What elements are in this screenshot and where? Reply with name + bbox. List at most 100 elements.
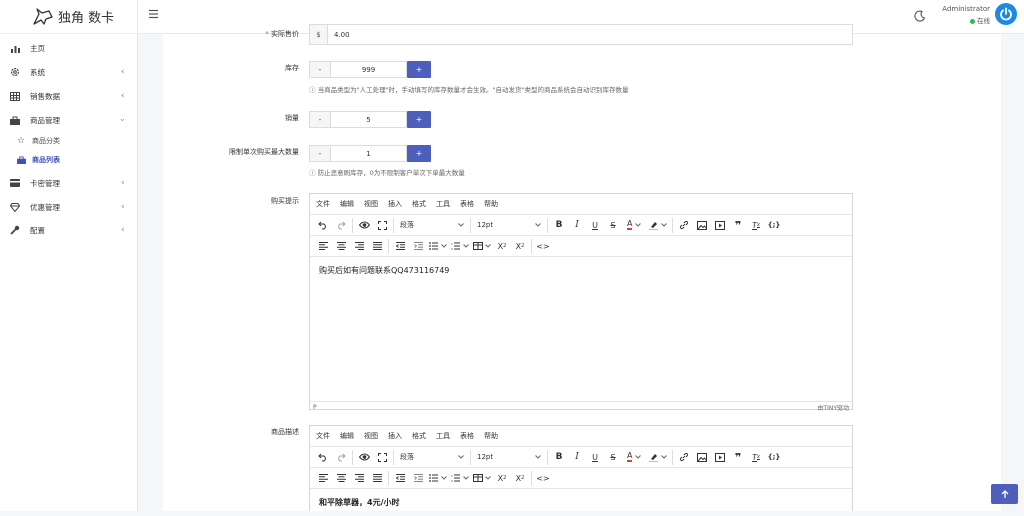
link-icon[interactable] bbox=[675, 217, 693, 234]
editor-menu-item[interactable]: 文件 bbox=[316, 199, 330, 209]
editor-menu-item[interactable]: 文件 bbox=[316, 431, 330, 441]
align-justify-icon[interactable] bbox=[368, 470, 386, 487]
sidebar-item-config[interactable]: 配置 ‹ bbox=[0, 220, 138, 240]
limit-decrement-button[interactable]: - bbox=[309, 145, 331, 162]
menu-toggle-icon[interactable] bbox=[148, 8, 160, 20]
bullet-list-icon[interactable] bbox=[427, 238, 449, 255]
brand[interactable]: 独角 数卡 bbox=[0, 0, 137, 34]
blockquote-icon[interactable]: ❞ bbox=[729, 217, 747, 234]
align-left-icon[interactable] bbox=[314, 470, 332, 487]
outdent-icon[interactable] bbox=[391, 238, 409, 255]
outdent-icon[interactable] bbox=[391, 470, 409, 487]
code-sample-icon[interactable]: {;} bbox=[765, 217, 783, 234]
editor-menu-item[interactable]: 编辑 bbox=[340, 431, 354, 441]
code-sample-icon[interactable]: {;} bbox=[765, 449, 783, 466]
text-color-icon[interactable]: A bbox=[622, 217, 646, 234]
highlight-color-icon[interactable] bbox=[646, 217, 670, 234]
superscript-icon[interactable]: X2 bbox=[511, 470, 529, 487]
image-icon[interactable] bbox=[693, 217, 711, 234]
desc-editor[interactable]: 文件 编辑 视图 插入 格式 工具 表格 帮助 段落 12pt B I U S A ❞ Tx … bbox=[309, 425, 853, 511]
numbered-list-icon[interactable]: 12 bbox=[449, 470, 471, 487]
sidebar-item-cards[interactable]: 卡密管理 ‹ bbox=[0, 173, 138, 193]
dark-mode-toggle-icon[interactable] bbox=[914, 10, 926, 22]
align-center-icon[interactable] bbox=[332, 238, 350, 255]
editor-menu-item[interactable]: 帮助 bbox=[484, 431, 498, 441]
sidebar-item-coupons[interactable]: 优惠管理 ‹ bbox=[0, 197, 138, 217]
sales-increment-button[interactable]: + bbox=[407, 111, 431, 128]
limit-input[interactable]: 1 bbox=[331, 145, 407, 162]
sales-decrement-button[interactable]: - bbox=[309, 111, 331, 128]
table-icon[interactable] bbox=[471, 238, 493, 255]
strikethrough-icon[interactable]: S bbox=[604, 217, 622, 234]
media-icon[interactable] bbox=[711, 449, 729, 466]
stock-decrement-button[interactable]: - bbox=[309, 61, 331, 78]
editor-menu-item[interactable]: 插入 bbox=[388, 431, 402, 441]
align-right-icon[interactable] bbox=[350, 470, 368, 487]
editor-menu-item[interactable]: 帮助 bbox=[484, 199, 498, 209]
editor-content[interactable]: 购买后如有问题联系QQ473116749 bbox=[310, 257, 852, 401]
underline-icon[interactable]: U bbox=[586, 217, 604, 234]
stock-stepper[interactable]: - 999 + bbox=[309, 61, 431, 78]
image-icon[interactable] bbox=[693, 449, 711, 466]
italic-icon[interactable]: I bbox=[568, 449, 586, 466]
numbered-list-icon[interactable]: 12 bbox=[449, 238, 471, 255]
editor-menu-item[interactable]: 视图 bbox=[364, 431, 378, 441]
stock-increment-button[interactable]: + bbox=[407, 61, 431, 78]
editor-menu-item[interactable]: 视图 bbox=[364, 199, 378, 209]
align-left-icon[interactable] bbox=[314, 238, 332, 255]
editor-content[interactable]: 和平除草器，4元/小时 bbox=[310, 489, 852, 516]
table-icon[interactable] bbox=[471, 470, 493, 487]
editor-menu-item[interactable]: 工具 bbox=[436, 431, 450, 441]
undo-icon[interactable] bbox=[314, 449, 332, 466]
editor-menu-item[interactable]: 工具 bbox=[436, 199, 450, 209]
stock-input[interactable]: 999 bbox=[331, 61, 407, 78]
sales-stepper[interactable]: - 5 + bbox=[309, 111, 431, 128]
bullet-list-icon[interactable] bbox=[427, 470, 449, 487]
redo-icon[interactable] bbox=[332, 217, 350, 234]
sales-input[interactable]: 5 bbox=[331, 111, 407, 128]
fullscreen-icon[interactable] bbox=[373, 449, 391, 466]
highlight-color-icon[interactable] bbox=[646, 449, 670, 466]
source-code-icon[interactable]: <> bbox=[534, 238, 552, 255]
align-justify-icon[interactable] bbox=[368, 238, 386, 255]
limit-increment-button[interactable]: + bbox=[407, 145, 431, 162]
element-path[interactable]: P bbox=[313, 404, 317, 411]
editor-menu-item[interactable]: 插入 bbox=[388, 199, 402, 209]
editor-menu-item[interactable]: 表格 bbox=[460, 431, 474, 441]
clear-format-icon[interactable]: Tx bbox=[747, 217, 765, 234]
block-format-select[interactable]: 段落 bbox=[396, 449, 468, 466]
font-size-select[interactable]: 12pt bbox=[473, 449, 545, 466]
buy-tip-editor[interactable]: 文件 编辑 视图 插入 格式 工具 表格 帮助 段落 12pt B I U S A ❞ Tx … bbox=[309, 193, 853, 412]
underline-icon[interactable]: U bbox=[586, 449, 604, 466]
limit-stepper[interactable]: - 1 + bbox=[309, 145, 431, 162]
back-to-top-button[interactable] bbox=[991, 484, 1018, 504]
align-center-icon[interactable] bbox=[332, 470, 350, 487]
font-size-select[interactable]: 12pt bbox=[473, 217, 545, 234]
indent-icon[interactable] bbox=[409, 470, 427, 487]
sidebar-item-home[interactable]: 主页 bbox=[0, 38, 138, 58]
bold-icon[interactable]: B bbox=[550, 217, 568, 234]
text-color-icon[interactable]: A bbox=[622, 449, 646, 466]
admin-name[interactable]: Administrator bbox=[928, 5, 990, 13]
block-format-select[interactable]: 段落 bbox=[396, 217, 468, 234]
price-field[interactable]: $ 4.00 bbox=[309, 24, 853, 45]
fullscreen-icon[interactable] bbox=[373, 217, 391, 234]
link-icon[interactable] bbox=[675, 449, 693, 466]
superscript-icon[interactable]: X2 bbox=[511, 238, 529, 255]
preview-eye-icon[interactable] bbox=[355, 449, 373, 466]
sidebar-subitem-goods-category[interactable]: ☆ 商品分类 bbox=[0, 134, 138, 148]
avatar[interactable] bbox=[995, 3, 1017, 25]
editor-menu-item[interactable]: 格式 bbox=[412, 199, 426, 209]
subscript-icon[interactable]: X2 bbox=[493, 470, 511, 487]
editor-menu-item[interactable]: 表格 bbox=[460, 199, 474, 209]
sidebar-item-sales[interactable]: 销售数据 ‹ bbox=[0, 86, 138, 106]
preview-eye-icon[interactable] bbox=[355, 217, 373, 234]
sidebar-subitem-goods-list[interactable]: 商品列表 bbox=[0, 153, 138, 167]
media-icon[interactable] bbox=[711, 217, 729, 234]
bold-icon[interactable]: B bbox=[550, 449, 568, 466]
italic-icon[interactable]: I bbox=[568, 217, 586, 234]
editor-menu-item[interactable]: 编辑 bbox=[340, 199, 354, 209]
source-code-icon[interactable]: <> bbox=[534, 470, 552, 487]
align-right-icon[interactable] bbox=[350, 238, 368, 255]
editor-menu-item[interactable]: 格式 bbox=[412, 431, 426, 441]
